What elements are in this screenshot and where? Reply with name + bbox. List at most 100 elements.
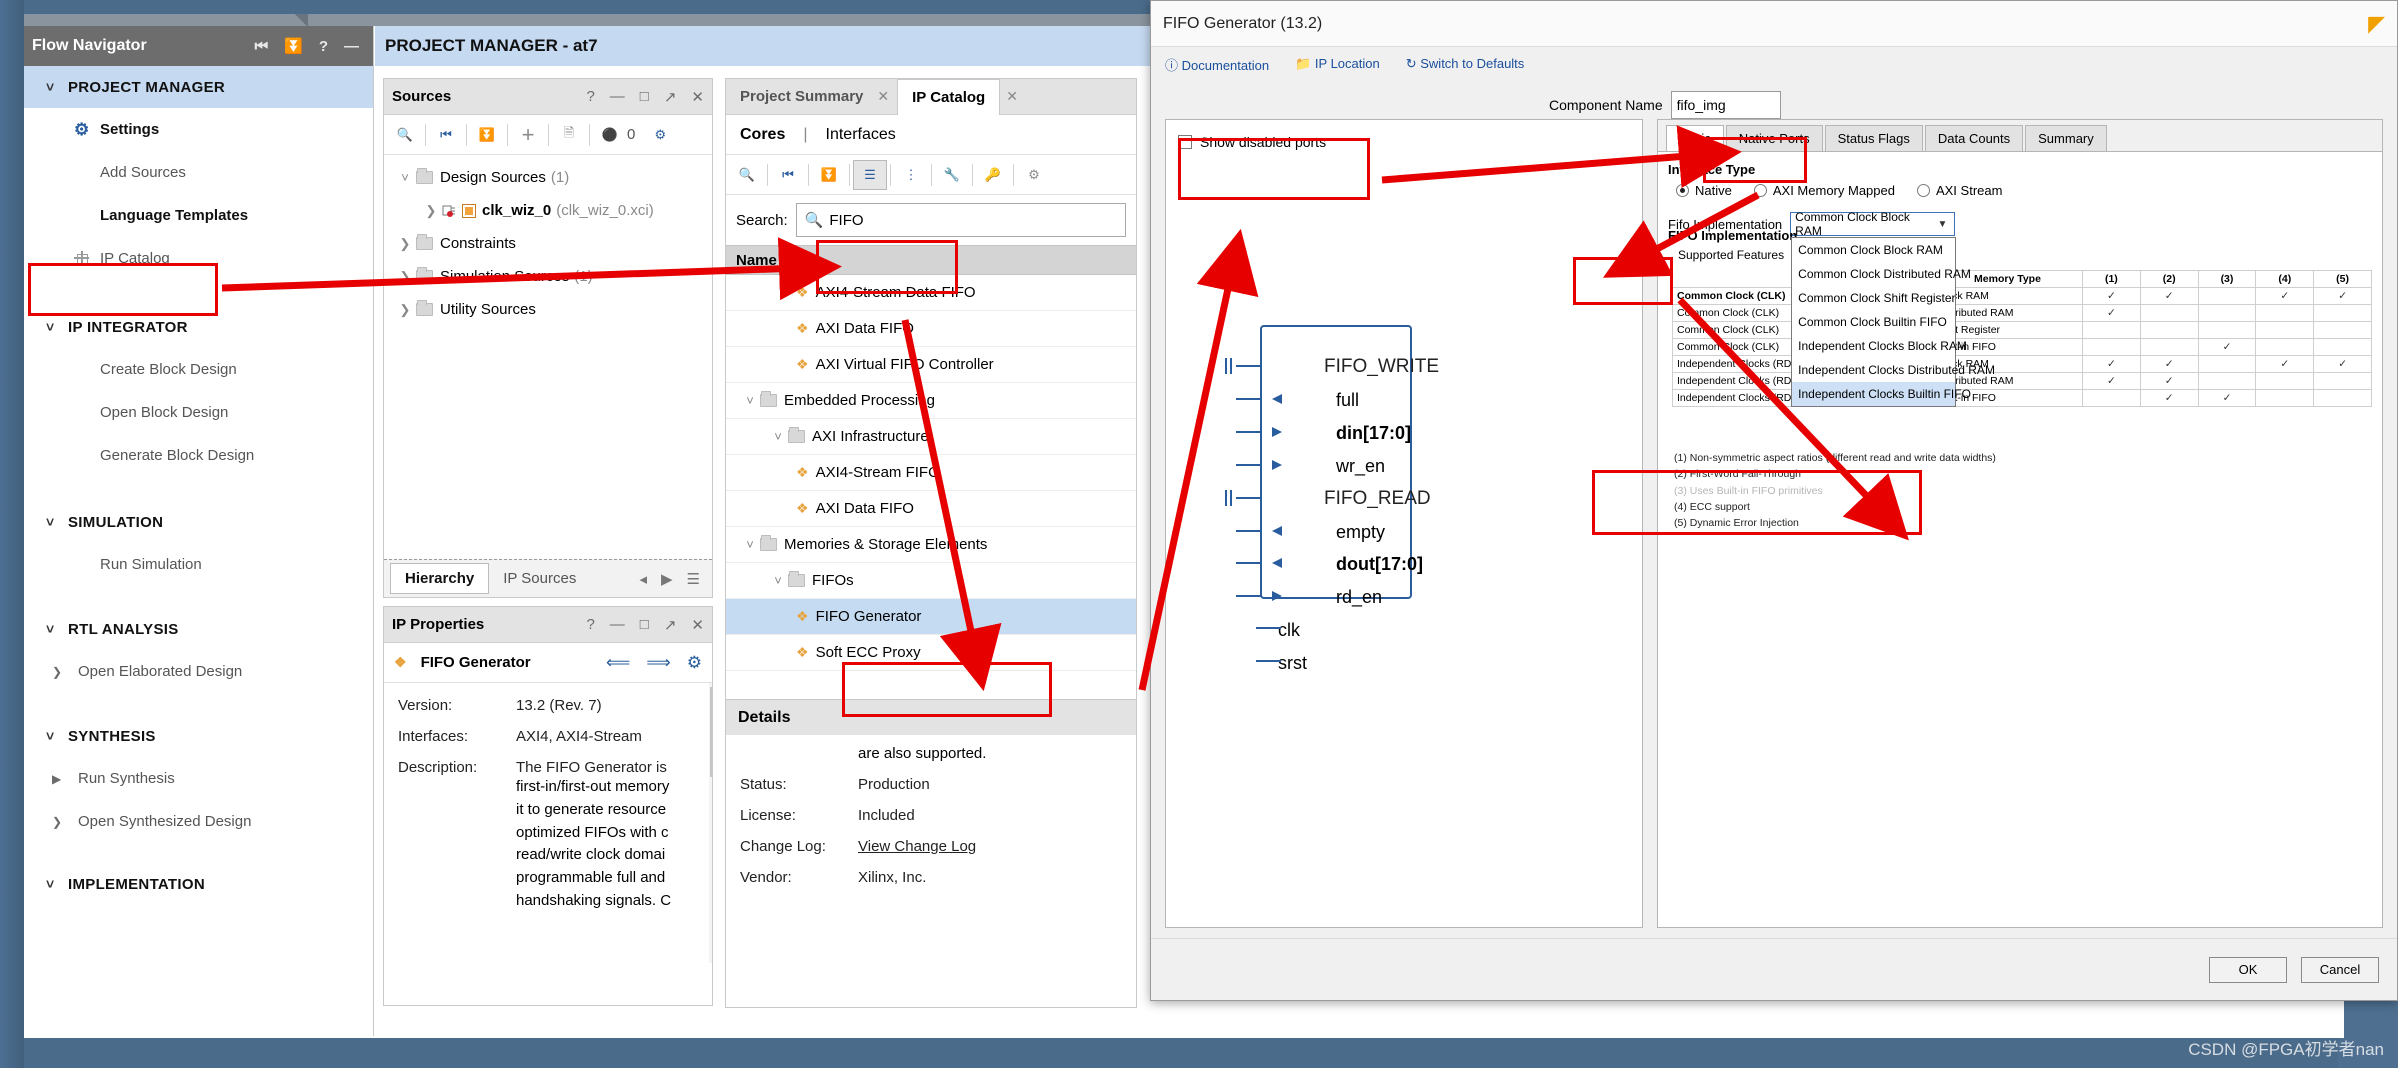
sidebar-item-open-synthesized-design[interactable]: ❯ Open Synthesized Design: [24, 800, 373, 843]
menu-icon[interactable]: ☰: [687, 570, 700, 588]
add-icon[interactable]: +: [511, 120, 545, 150]
next-page-icon[interactable]: ▶: [661, 570, 673, 588]
chevron-right-icon[interactable]: ❯: [394, 269, 416, 285]
table-row[interactable]: ˅ Design Sources (1): [384, 161, 712, 194]
gear-icon[interactable]: ⚙: [687, 653, 702, 673]
sidebar-item-run-synthesis[interactable]: ▶ Run Synthesis: [24, 757, 373, 800]
tab-status-flags[interactable]: Status Flags: [1824, 125, 1923, 151]
list-item[interactable]: ❖ AXI4-Stream Data FIFO: [726, 275, 1136, 311]
chevron-down-icon[interactable]: ˅: [394, 170, 416, 185]
list-item[interactable]: ˅ FIFOs: [726, 563, 1136, 599]
back-icon[interactable]: ⟸: [606, 653, 630, 673]
sidebar-section-rtl-analysis[interactable]: ˅ RTL ANALYSIS: [24, 608, 373, 650]
list-item[interactable]: ❖ Soft ECC Proxy: [726, 635, 1136, 671]
radio-axi-stream[interactable]: AXI Stream: [1916, 183, 2002, 198]
expand-all-icon[interactable]: ⏬: [470, 120, 504, 150]
details-value[interactable]: View Change Log: [858, 838, 1122, 855]
minimize-icon[interactable]: —: [610, 616, 625, 633]
resize-handle-icon[interactable]: [294, 14, 308, 26]
tab-data-counts[interactable]: Data Counts: [1924, 125, 2024, 151]
chip-icon[interactable]: ⚙: [1017, 160, 1051, 190]
list-item[interactable]: ˅ Embedded Processing: [726, 383, 1136, 419]
sidebar-section-ip-integrator[interactable]: ˅ IP INTEGRATOR: [24, 306, 373, 348]
sidebar-item-add-sources[interactable]: Add Sources: [24, 151, 373, 194]
minimize-icon[interactable]: —: [610, 88, 625, 105]
show-disabled-ports-row[interactable]: Show disabled ports: [1166, 120, 1642, 164]
dropdown-option-selected[interactable]: Independent Clocks Builtin FIFO: [1792, 382, 1971, 406]
list-item[interactable]: ❖ AXI Virtual FIFO Controller: [726, 347, 1136, 383]
switch-to-defaults-link[interactable]: ↻ Switch to Defaults: [1406, 56, 1525, 72]
tab-cores[interactable]: Cores: [740, 126, 785, 144]
chevron-down-icon[interactable]: ˅: [768, 429, 788, 444]
radio-axi-memory-mapped[interactable]: AXI Memory Mapped: [1753, 183, 1895, 198]
close-icon[interactable]: ✕: [691, 88, 704, 106]
expand-all-icon[interactable]: ⏬: [812, 160, 846, 190]
first-page-icon[interactable]: ◂: [639, 570, 647, 588]
tab-basic[interactable]: Basic: [1666, 125, 1724, 151]
tab-hierarchy[interactable]: Hierarchy: [390, 563, 490, 594]
search-icon[interactable]: 🔍: [730, 160, 764, 190]
forward-icon[interactable]: ⟹: [646, 653, 670, 673]
tab-project-summary[interactable]: Project Summary: [726, 79, 877, 114]
sidebar-item-open-elaborated-design[interactable]: ❯ Open Elaborated Design: [24, 650, 373, 693]
list-item[interactable]: ❖ AXI4-Stream FIFO: [726, 455, 1136, 491]
chevron-right-icon[interactable]: ❯: [394, 302, 416, 318]
dropdown-option[interactable]: Common Clock Shift Register: [1792, 286, 1955, 310]
dropdown-option[interactable]: Common Clock Builtin FIFO: [1792, 310, 1955, 334]
ip-location-link[interactable]: 📁 IP Location: [1295, 56, 1380, 72]
list-item-fifo-generator[interactable]: ❖ FIFO Generator: [726, 599, 1136, 635]
chevron-right-icon[interactable]: ❯: [394, 236, 416, 252]
list-item[interactable]: ❖ AXI Data FIFO: [726, 311, 1136, 347]
close-icon[interactable]: ✕: [1006, 88, 1018, 105]
details-value[interactable]: Production: [858, 776, 1122, 793]
close-icon[interactable]: ✕: [877, 88, 889, 105]
report-icon[interactable]: 🗎: [552, 120, 586, 150]
chevron-down-icon[interactable]: ˅: [740, 393, 760, 408]
sidebar-item-language-templates[interactable]: Language Templates: [24, 194, 373, 237]
cancel-button[interactable]: Cancel: [2301, 956, 2379, 983]
dropdown-option[interactable]: Independent Clocks Block RAM: [1792, 334, 1967, 358]
dropdown-option[interactable]: Common Clock Block RAM: [1792, 238, 1955, 262]
fifo-implementation-combo[interactable]: Common Clock Block RAM ▼ Common Clock Bl…: [1790, 210, 1995, 407]
sidebar-item-run-simulation[interactable]: Run Simulation: [24, 543, 373, 586]
list-item[interactable]: ˅ Memories & Storage Elements: [726, 527, 1136, 563]
dropdown-option[interactable]: Independent Clocks Distributed RAM: [1792, 358, 1995, 382]
sidebar-section-simulation[interactable]: ˅ SIMULATION: [24, 501, 373, 543]
sidebar-item-generate-block-design[interactable]: Generate Block Design: [24, 434, 373, 477]
ok-button[interactable]: OK: [2209, 956, 2287, 983]
table-row[interactable]: ❯ Utility Sources: [384, 293, 712, 326]
search-input[interactable]: 🔍 FIFO: [795, 203, 1126, 237]
sidebar-section-synthesis[interactable]: ˅ SYNTHESIS: [24, 715, 373, 757]
minimize-icon[interactable]: —: [344, 38, 359, 55]
chevron-down-icon[interactable]: ˅: [768, 573, 788, 588]
help-icon[interactable]: ?: [586, 616, 594, 633]
list-item[interactable]: ˅ AXI Infrastructure: [726, 419, 1136, 455]
float-icon[interactable]: ↗: [664, 616, 677, 634]
expand-icon[interactable]: ⏬: [284, 37, 303, 55]
help-icon[interactable]: ?: [586, 88, 594, 105]
scrollbar-vertical[interactable]: [709, 683, 712, 963]
table-row[interactable]: ❯ Simulation Sources (1): [384, 260, 712, 293]
maximize-icon[interactable]: □: [640, 88, 649, 105]
help-icon[interactable]: ?: [319, 38, 328, 55]
sidebar-section-implementation[interactable]: ˅ IMPLEMENTATION: [24, 863, 373, 905]
checkbox-show-disabled-ports[interactable]: [1178, 135, 1192, 149]
radio-native[interactable]: Native: [1676, 183, 1732, 198]
sidebar-section-project-manager[interactable]: ˅ PROJECT MANAGER: [24, 66, 373, 108]
gear-icon[interactable]: ⚙: [643, 120, 677, 150]
table-row[interactable]: ❯ Constraints: [384, 227, 712, 260]
tab-summary[interactable]: Summary: [2025, 125, 2107, 151]
tab-native-ports[interactable]: Native Ports: [1725, 125, 1823, 151]
sidebar-item-ip-catalog[interactable]: IP Catalog: [24, 237, 373, 280]
documentation-link[interactable]: ⓘ Documentation: [1165, 55, 1269, 74]
sidebar-item-create-block-design[interactable]: Create Block Design: [24, 348, 373, 391]
collapse-all-icon[interactable]: ⏮: [429, 120, 463, 150]
collapse-all-icon[interactable]: ⏮: [771, 160, 805, 190]
search-icon[interactable]: 🔍: [388, 120, 422, 150]
warning-icon[interactable]: ⚫: [593, 120, 627, 150]
tab-ip-sources[interactable]: IP Sources: [489, 564, 590, 593]
component-name-input[interactable]: [1670, 91, 1781, 119]
float-icon[interactable]: ↗: [664, 88, 677, 106]
collapse-icon[interactable]: ⏮: [255, 38, 269, 55]
tree-icon[interactable]: ⋮: [894, 160, 928, 190]
